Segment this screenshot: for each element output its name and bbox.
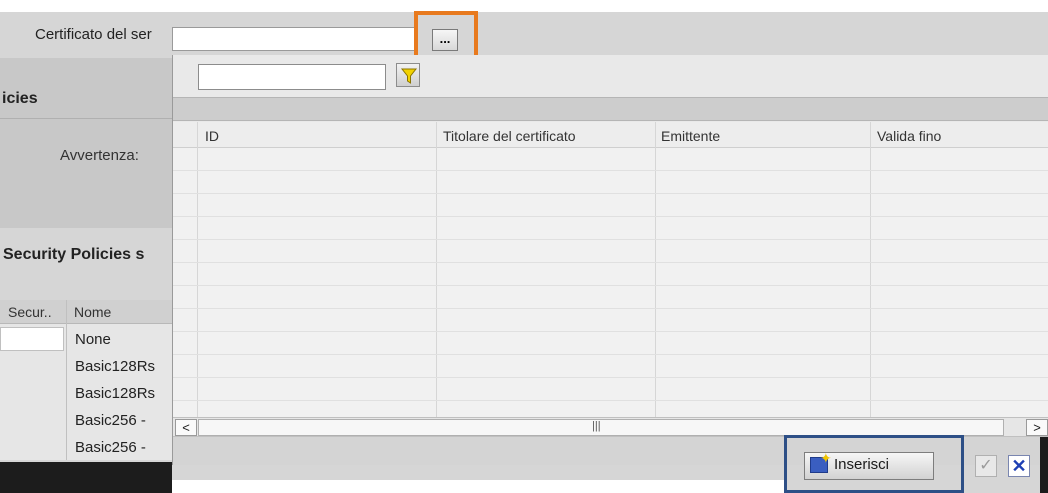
footer-background <box>172 480 784 493</box>
security-policies-heading: Security Policies s <box>3 246 145 263</box>
divider <box>0 118 172 119</box>
grid-row-line <box>173 308 1048 309</box>
column-separator <box>436 122 437 417</box>
column-header-valid-until[interactable]: Valida fino <box>877 128 941 144</box>
confirm-check-icon[interactable]: ✓ <box>975 455 997 477</box>
column-header-name[interactable]: Nome <box>74 304 111 320</box>
dark-strip <box>1040 437 1048 493</box>
column-header-holder[interactable]: Titolare del certificato <box>443 128 576 144</box>
top-strip <box>0 0 1048 12</box>
funnel-icon <box>400 68 418 84</box>
grid-row-line <box>173 400 1048 401</box>
warning-label: Avvertenza: <box>60 147 139 164</box>
policies-section <box>0 58 172 228</box>
column-header-issuer[interactable]: Emittente <box>661 128 720 144</box>
dark-strip <box>0 462 172 493</box>
column-header-id[interactable]: ID <box>205 128 219 144</box>
table-cell-checkbox[interactable] <box>0 327 64 351</box>
server-certificate-label: Certificato del ser <box>35 26 152 43</box>
grid-row-line <box>173 285 1048 286</box>
grid-row-line <box>173 216 1048 217</box>
cancel-x-icon[interactable]: ✕ <box>1008 455 1030 477</box>
grid-row-line <box>173 331 1048 332</box>
column-header-security[interactable]: Secur.. <box>8 304 52 320</box>
grid-row-line <box>173 354 1048 355</box>
column-separator <box>655 122 656 417</box>
server-certificate-field[interactable] <box>172 27 416 51</box>
grid-row-line <box>173 262 1048 263</box>
table-row[interactable]: Basic256 - <box>75 412 146 429</box>
scrollbar-thumb[interactable] <box>198 419 1004 436</box>
policies-heading: icies <box>2 90 38 107</box>
column-separator <box>66 300 67 460</box>
column-separator <box>870 122 871 417</box>
scroll-right-arrow-icon[interactable]: > <box>1026 419 1048 436</box>
table-row[interactable]: Basic128Rs <box>75 385 155 402</box>
grip-icon: ||| <box>592 420 601 432</box>
security-policies-table <box>0 300 172 460</box>
filter-input[interactable] <box>198 64 386 90</box>
scroll-left-arrow-icon[interactable]: < <box>175 419 197 436</box>
column-separator <box>197 122 198 417</box>
grid-row-line <box>173 377 1048 378</box>
grid-row-line <box>173 170 1048 171</box>
filter-button[interactable] <box>396 63 420 87</box>
insert-button-highlight <box>784 435 964 493</box>
table-row[interactable]: Basic128Rs <box>75 358 155 375</box>
grid-row-line <box>173 239 1048 240</box>
table-row[interactable]: Basic256 - <box>75 439 146 456</box>
group-bar <box>173 97 1048 121</box>
grid-row-line <box>173 193 1048 194</box>
table-row[interactable]: None <box>75 331 111 348</box>
